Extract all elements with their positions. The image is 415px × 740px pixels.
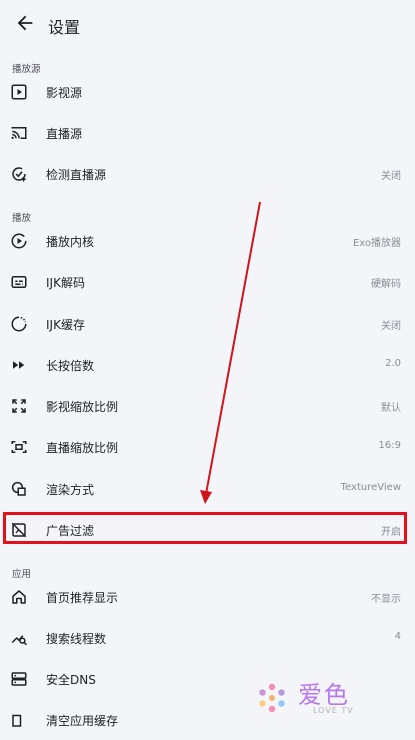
setting-row-player-core[interactable]: 播放内核 Exo播放器 <box>0 221 415 261</box>
setting-row-ijk-cache[interactable]: IJK缓存 关闭 <box>0 304 415 344</box>
fullscreen-icon <box>12 399 26 413</box>
setting-row-home-recommend[interactable]: 首页推荐显示 不显示 <box>0 577 415 617</box>
setting-label: 检测直播源 <box>46 168 107 182</box>
setting-row-live-scale[interactable]: 直播缩放比例 16:9 <box>0 427 415 467</box>
setting-label: 渲染方式 <box>46 483 95 497</box>
cast-icon <box>11 127 27 139</box>
aspect-ratio-icon <box>11 441 27 453</box>
setting-row-check-live[interactable]: 检测直播源 关闭 <box>0 154 415 194</box>
setting-row-vod-scale[interactable]: 影视缩放比例 默认 <box>0 386 415 426</box>
setting-label: 清空应用缓存 <box>46 714 119 728</box>
setting-value: 4 <box>394 631 401 642</box>
home-icon <box>12 590 26 604</box>
ad-filter-highlight-box <box>3 512 407 544</box>
setting-row-ijk-decode[interactable]: IJK解码 硬解码 <box>0 262 415 302</box>
setting-value: 关闭 <box>381 321 401 332</box>
play-box-icon <box>11 84 27 100</box>
app-bar: 设置 <box>0 0 415 52</box>
search-trend-icon <box>11 635 28 646</box>
setting-label: 直播源 <box>46 127 83 141</box>
setting-value: 16:9 <box>378 440 401 451</box>
setting-label: 直播缩放比例 <box>46 441 119 455</box>
back-arrow-icon[interactable] <box>14 12 36 34</box>
setting-value: 不显示 <box>371 594 401 605</box>
setting-label: 安全DNS <box>46 673 96 687</box>
shapes-icon <box>11 481 26 496</box>
watermark-subtext: LOVE TV <box>313 706 354 715</box>
setting-value: 硬解码 <box>371 279 401 290</box>
delete-sweep-icon <box>12 714 22 727</box>
setting-row-long-press-speed[interactable]: 长按倍数 2.0 <box>0 345 415 385</box>
play-circle-icon <box>11 233 27 249</box>
setting-row-vod-source[interactable]: 影视源 <box>0 72 415 112</box>
setting-label: 影视源 <box>46 86 83 100</box>
setting-value: Exo播放器 <box>352 238 401 249</box>
page-title: 设置 <box>48 18 81 37</box>
setting-label: 首页推荐显示 <box>46 591 119 605</box>
setting-label: IJK缓存 <box>46 318 85 332</box>
fast-forward-icon <box>13 361 25 369</box>
setting-row-render-mode[interactable]: 渲染方式 TextureView <box>0 469 415 509</box>
setting-label: 影视缩放比例 <box>46 400 119 414</box>
check-circle-plus-icon <box>12 167 26 182</box>
setting-label: 搜索线程数 <box>46 632 107 646</box>
subtitles-icon <box>11 276 27 288</box>
setting-label: 长按倍数 <box>46 359 95 373</box>
setting-value: TextureView <box>340 482 401 493</box>
setting-label: 播放内核 <box>46 235 95 249</box>
setting-row-live-source[interactable]: 直播源 <box>0 113 415 153</box>
dns-server-icon <box>11 672 27 686</box>
setting-value: 2.0 <box>385 358 401 369</box>
loading-circle-icon <box>11 316 27 332</box>
setting-label: IJK解码 <box>46 276 85 290</box>
setting-value: 关闭 <box>381 171 401 182</box>
setting-value: 默认 <box>381 403 401 414</box>
setting-row-search-threads[interactable]: 搜索线程数 4 <box>0 618 415 658</box>
watermark-text: 爱色 <box>298 681 350 709</box>
